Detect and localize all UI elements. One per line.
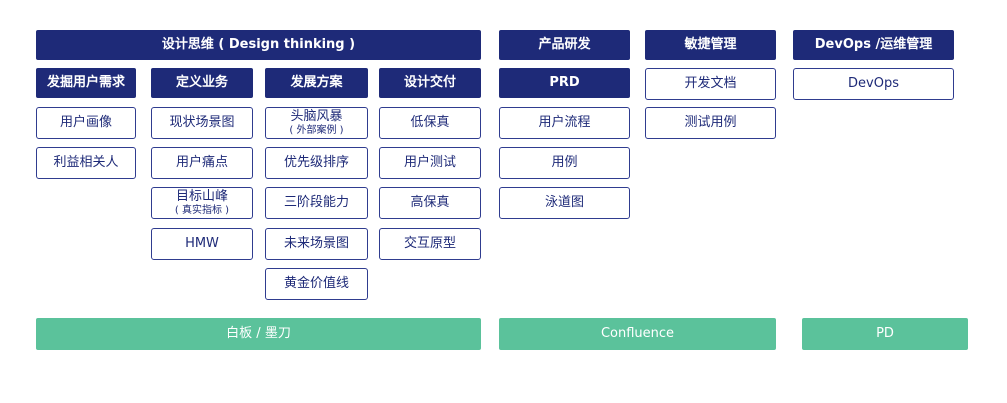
item-title: HMW xyxy=(185,235,219,251)
item-title: 优先级排序 xyxy=(283,154,349,170)
item-title: 头脑风暴 xyxy=(290,109,343,125)
item-three-stage-ability: 三阶段能力 xyxy=(265,187,368,219)
item-target-peak: 目标山峰 ( 真实指标 ) xyxy=(151,187,253,219)
item-title: 三阶段能力 xyxy=(283,194,349,210)
item-subtitle: ( 外部案例 ) xyxy=(289,124,344,136)
item-use-case: 用例 xyxy=(499,147,630,179)
header-design-thinking: 设计思维 ( Design thinking ) xyxy=(36,30,481,60)
item-devops: DevOps xyxy=(793,68,954,100)
item-future-scenario: 未来场景图 xyxy=(265,228,368,260)
item-interactive-prototype: 交互原型 xyxy=(379,228,481,260)
item-title: 目标山峰 xyxy=(175,189,228,205)
item-current-scenario: 现状场景图 xyxy=(151,107,253,139)
item-user-flow: 用户流程 xyxy=(499,107,630,139)
item-title: 黄金价值线 xyxy=(283,275,349,291)
subheader-define: 定义业务 xyxy=(151,68,253,98)
item-hmw: HMW xyxy=(151,228,253,260)
process-diagram: 设计思维 ( Design thinking ) 产品研发 敏捷管理 DevOp… xyxy=(0,0,1007,403)
item-title: 未来场景图 xyxy=(283,235,349,251)
item-dev-docs: 开发文档 xyxy=(645,68,776,100)
header-product-rd: 产品研发 xyxy=(499,30,630,60)
tool-whiteboard-modao: 白板 / 墨刀 xyxy=(36,318,481,350)
subheader-prd: PRD xyxy=(499,68,630,98)
subheader-discover: 发掘用户需求 xyxy=(36,68,136,98)
subheader-deliver: 设计交付 xyxy=(379,68,481,98)
item-low-fidelity: 低保真 xyxy=(379,107,481,139)
item-user-persona: 用户画像 xyxy=(36,107,136,139)
header-agile: 敏捷管理 xyxy=(645,30,776,60)
item-user-testing: 用户测试 xyxy=(379,147,481,179)
item-title: 用户痛点 xyxy=(175,154,228,170)
header-devops: DevOps /运维管理 xyxy=(793,30,954,60)
item-priority-ranking: 优先级排序 xyxy=(265,147,368,179)
item-test-cases: 测试用例 xyxy=(645,107,776,139)
item-high-fidelity: 高保真 xyxy=(379,187,481,219)
item-stakeholders: 利益相关人 xyxy=(36,147,136,179)
tool-pd: PD xyxy=(802,318,968,350)
item-title: 现状场景图 xyxy=(169,114,235,130)
subheader-develop: 发展方案 xyxy=(265,68,368,98)
item-user-pain-points: 用户痛点 xyxy=(151,147,253,179)
item-golden-value-line: 黄金价值线 xyxy=(265,268,368,300)
tool-confluence: Confluence xyxy=(499,318,776,350)
item-swimlane: 泳道图 xyxy=(499,187,630,219)
item-brainstorm: 头脑风暴 ( 外部案例 ) xyxy=(265,107,368,139)
item-subtitle: ( 真实指标 ) xyxy=(174,204,230,216)
